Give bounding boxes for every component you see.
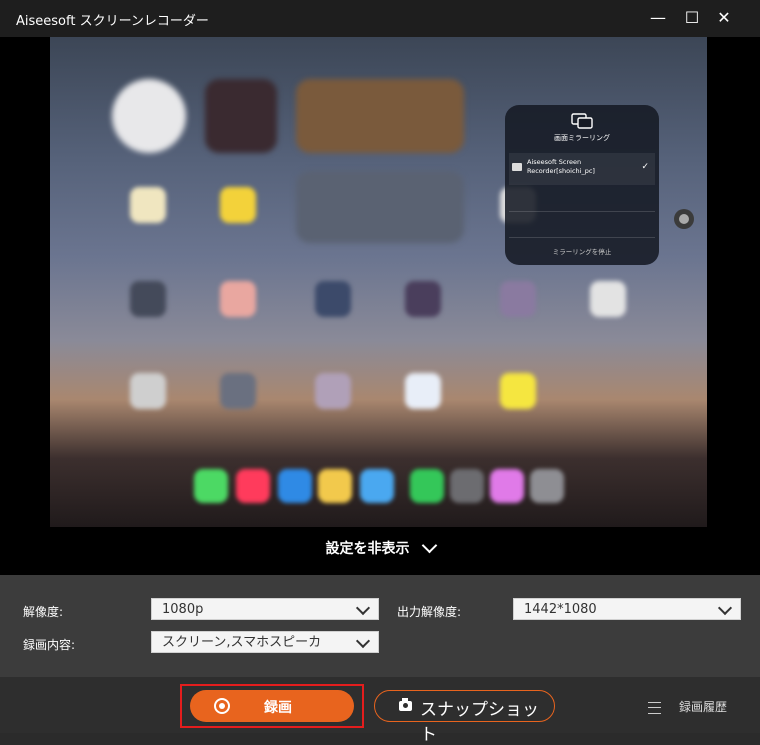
app-icon — [130, 373, 166, 409]
list-icon — [648, 701, 661, 714]
output-resolution-value: 1442*1080 — [524, 602, 597, 617]
dock-app-icon — [194, 469, 228, 503]
content-select[interactable]: スクリーン,スマホスピーカ — [151, 631, 379, 653]
app-icon — [405, 281, 441, 317]
maximize-button[interactable]: ☐ — [682, 8, 702, 28]
app-icon — [220, 187, 256, 223]
recording-history-label: 録画履歴 — [679, 700, 728, 714]
content-value: スクリーン,スマホスピーカ — [162, 635, 322, 650]
app-icon — [220, 281, 256, 317]
recording-history-button[interactable]: 録画履歴 — [648, 698, 727, 715]
tv-icon — [512, 163, 522, 171]
stop-mirroring-button[interactable]: ミラーリングを停止 — [505, 246, 659, 256]
dock-app-icon — [450, 469, 484, 503]
weather-widget — [296, 171, 464, 243]
dock-app-icon — [410, 469, 444, 503]
device-name: Aiseesoft Screen Recorder[shoichi_pc] — [527, 158, 595, 175]
chevron-down-icon — [355, 600, 371, 616]
resolution-select[interactable]: 1080p — [151, 598, 379, 620]
phone-screen-preview: 画面ミラーリング Aiseesoft Screen Recorder[shoic… — [50, 37, 707, 527]
dock-app-icon — [318, 469, 352, 503]
chevron-down-icon — [355, 633, 371, 649]
dock-app-icon — [530, 469, 564, 503]
chevron-down-icon — [421, 537, 437, 554]
hide-settings-toggle[interactable]: 設定を非表示 — [0, 537, 760, 566]
screen-mirroring-panel: 画面ミラーリング Aiseesoft Screen Recorder[shoic… — [505, 105, 659, 265]
app-icon — [500, 281, 536, 317]
app-icon — [220, 373, 256, 409]
record-label: 録画 — [264, 700, 292, 716]
dock-app-icon — [236, 469, 270, 503]
hide-settings-label: 設定を非表示 — [325, 541, 410, 557]
app-icon — [315, 373, 351, 409]
minimize-button[interactable]: — — [648, 8, 668, 28]
panel-title: 画面ミラーリング — [554, 134, 610, 142]
close-button[interactable]: ✕ — [714, 8, 734, 28]
screen-mirroring-icon — [571, 113, 593, 129]
title-bar: Aiseesoft スクリーンレコーダー — ☐ ✕ — [0, 0, 760, 37]
resolution-value: 1080p — [162, 602, 204, 617]
mirroring-device-item[interactable]: Aiseesoft Screen Recorder[shoichi_pc] ✓ — [509, 153, 655, 185]
snapshot-label: スナップショット — [420, 700, 539, 745]
assistive-touch-icon[interactable] — [674, 209, 694, 229]
divider — [509, 211, 655, 212]
chevron-down-icon — [717, 600, 733, 616]
calendar-widget — [205, 79, 277, 153]
divider — [509, 237, 655, 238]
app-icon — [590, 281, 626, 317]
preview-area: 画面ミラーリング Aiseesoft Screen Recorder[shoic… — [0, 37, 760, 575]
dock-app-icon — [490, 469, 524, 503]
resolution-label: 解像度: — [23, 605, 64, 619]
app-icon — [130, 281, 166, 317]
content-label: 録画内容: — [23, 638, 76, 652]
app-icon — [130, 187, 166, 223]
record-button[interactable]: 録画 — [190, 690, 354, 722]
app-icon — [405, 373, 441, 409]
window-title: Aiseesoft スクリーンレコーダー — [16, 14, 209, 29]
output-resolution-label: 出力解像度: — [397, 605, 462, 619]
dock-app-icon — [360, 469, 394, 503]
check-icon: ✓ — [641, 162, 649, 172]
settings-panel: 解像度: 1080p 出力解像度: 1442*1080 録画内容: スクリーン,… — [0, 575, 760, 677]
app-icon — [315, 281, 351, 317]
clock-widget — [112, 79, 186, 153]
dock-app-icon — [278, 469, 312, 503]
camera-icon — [399, 698, 412, 711]
snapshot-button[interactable]: スナップショット — [374, 690, 555, 745]
app-icon — [500, 373, 536, 409]
photo-widget — [296, 79, 464, 153]
output-resolution-select[interactable]: 1442*1080 — [513, 598, 741, 620]
